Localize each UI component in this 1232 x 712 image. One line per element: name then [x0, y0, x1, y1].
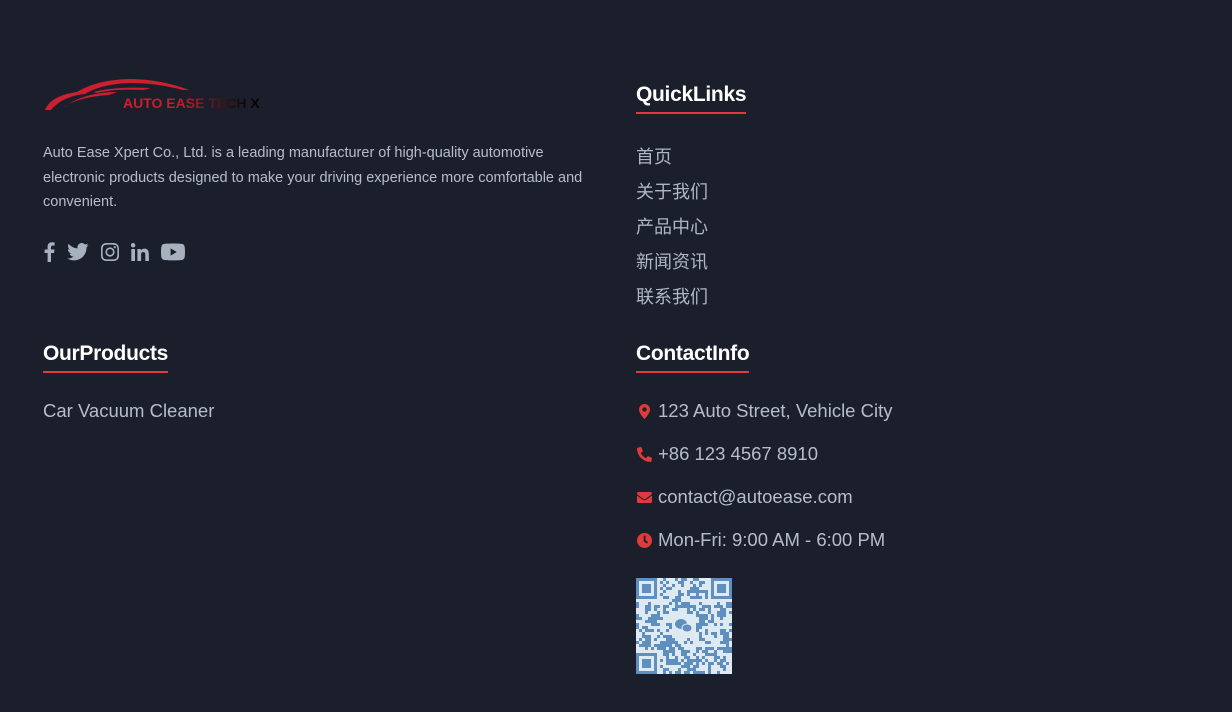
site-footer: AUTO EASE TECH X Auto Ease Xpert Co., Lt… [0, 0, 1232, 712]
logo-wordmark: AUTO EASE TECH X [123, 95, 260, 111]
clock-icon [636, 532, 652, 548]
twitter-icon[interactable] [67, 241, 89, 263]
quick-link-about[interactable]: 关于我们 [636, 175, 708, 210]
company-description: Auto Ease Xpert Co., Ltd. is a leading m… [43, 145, 583, 210]
quick-link-products[interactable]: 产品中心 [636, 210, 708, 245]
quick-links-list: 首页 关于我们 产品中心 新闻资讯 联系我们 [636, 140, 708, 315]
products-heading: OurProducts [43, 342, 168, 373]
wechat-qr-code [636, 578, 732, 674]
instagram-icon[interactable] [101, 241, 119, 263]
quick-link-news[interactable]: 新闻资讯 [636, 245, 708, 280]
brand-logo[interactable]: AUTO EASE TECH X [43, 78, 283, 114]
quick-link-home[interactable]: 首页 [636, 140, 708, 175]
contact-heading: ContactInfo [636, 342, 750, 373]
contact-email-text: contact@autoease.com [658, 486, 853, 507]
youtube-icon[interactable] [161, 241, 185, 263]
contact-list: 123 Auto Street, Vehicle City +86 123 45… [636, 399, 892, 571]
contact-phone[interactable]: +86 123 4567 8910 [636, 442, 892, 466]
facebook-icon[interactable] [43, 241, 55, 263]
contact-address-text: 123 Auto Street, Vehicle City [658, 400, 893, 421]
linkedin-icon[interactable] [131, 241, 149, 263]
envelope-icon [636, 491, 652, 503]
phone-icon [636, 446, 652, 462]
contact-address: 123 Auto Street, Vehicle City [636, 399, 892, 423]
contact-phone-text: +86 123 4567 8910 [658, 443, 818, 464]
quick-link-contact[interactable]: 联系我们 [636, 280, 708, 315]
product-link[interactable]: Car Vacuum Cleaner [43, 399, 214, 423]
social-links [43, 241, 197, 263]
contact-hours-text: Mon-Fri: 9:00 AM - 6:00 PM [658, 529, 886, 550]
map-marker-icon [636, 403, 652, 419]
contact-hours: Mon-Fri: 9:00 AM - 6:00 PM [636, 528, 892, 552]
contact-email[interactable]: contact@autoease.com [636, 485, 892, 509]
products-list: Car Vacuum Cleaner [43, 399, 214, 423]
quick-links-heading: QuickLinks [636, 83, 747, 114]
